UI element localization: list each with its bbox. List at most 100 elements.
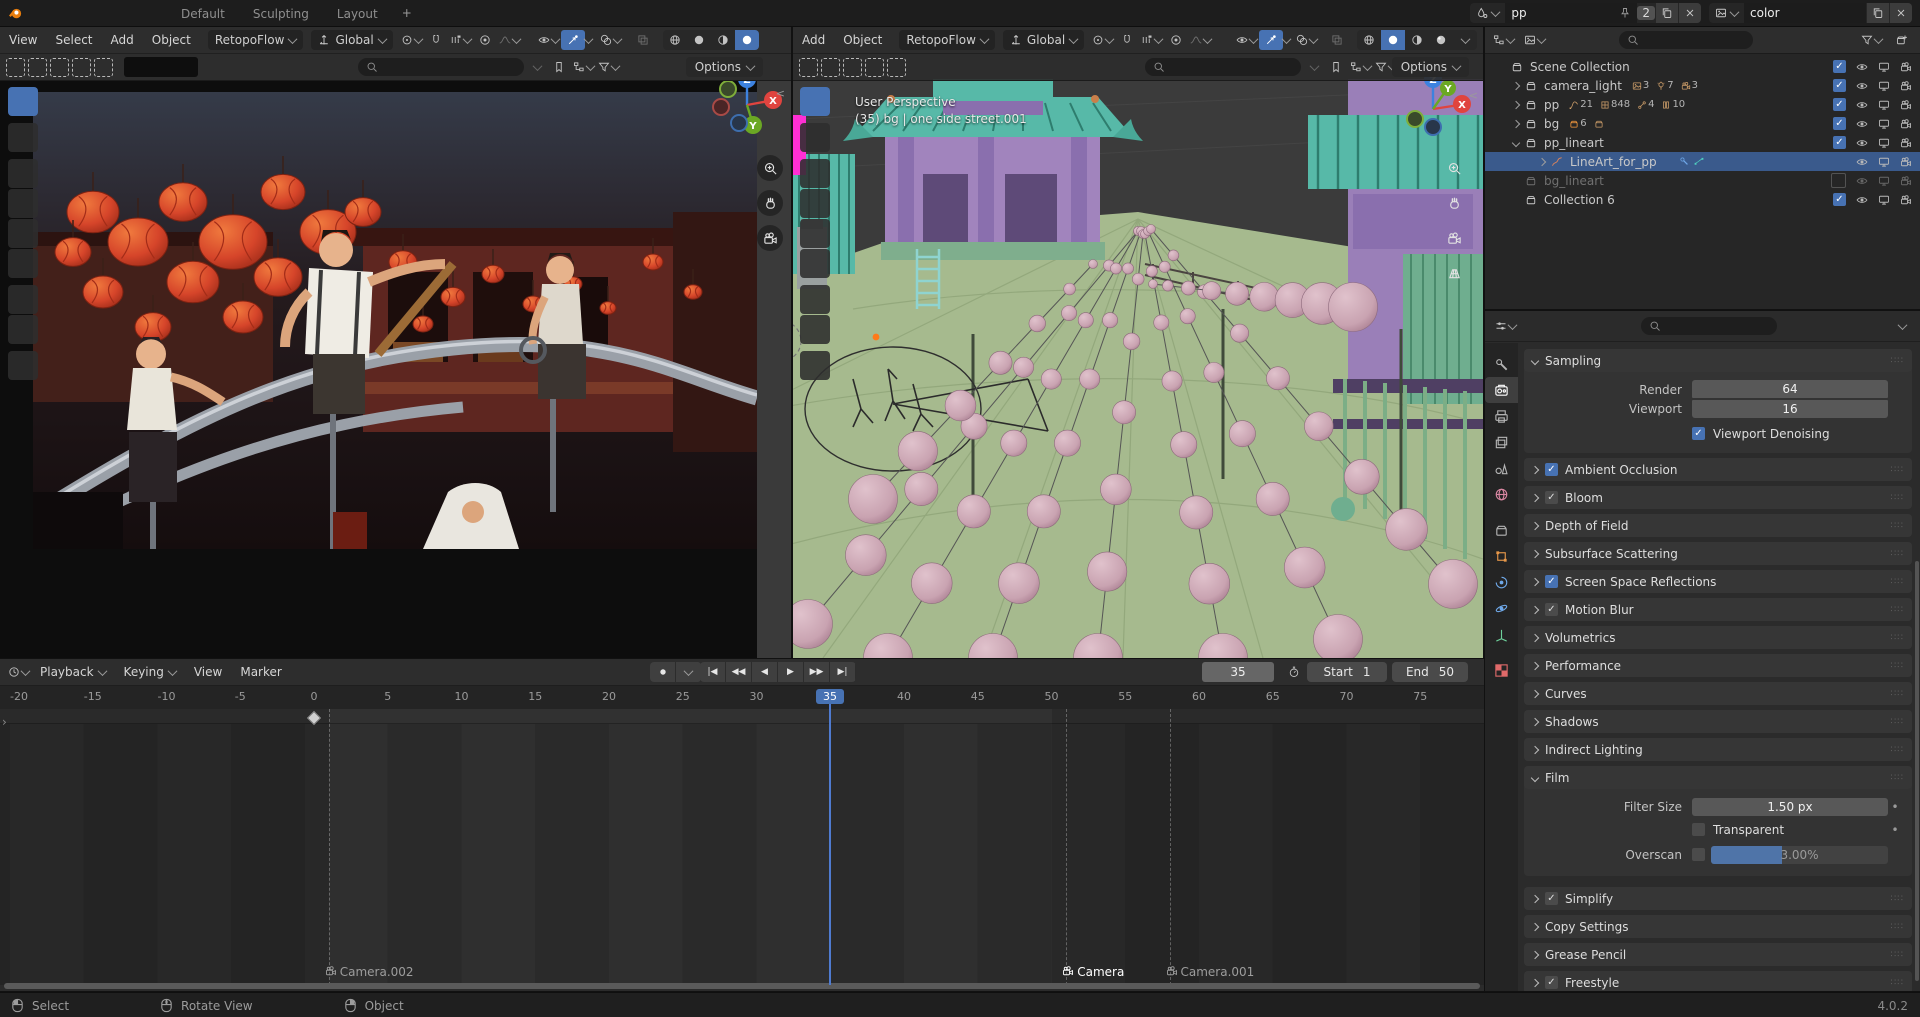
viewport-denoising-checkbox[interactable]: ✓ <box>1692 427 1705 440</box>
select-mode-button[interactable] <box>799 57 821 77</box>
row-name[interactable]: pp <box>1544 98 1559 112</box>
empty-enum-field[interactable] <box>124 57 198 77</box>
hide-eye-toggle[interactable] <box>1855 136 1868 149</box>
outliner-row[interactable]: Scene Collection ✓ <box>1485 57 1920 76</box>
panel-drag-handle[interactable]: ∷∷ <box>1891 745 1904 755</box>
chevron-down-icon[interactable] <box>1310 61 1320 71</box>
playback-button[interactable]: ◀◀ <box>726 662 752 682</box>
disable-viewport-toggle[interactable] <box>1877 98 1890 111</box>
retopoflow-tool-button[interactable] <box>1043 57 1065 77</box>
search-input[interactable] <box>358 58 524 76</box>
disable-render-toggle[interactable] <box>1899 60 1912 73</box>
falloff-dropdown[interactable] <box>1188 30 1213 50</box>
timeline-menu-item[interactable]: View <box>185 665 231 679</box>
snap-with-dropdown[interactable] <box>1139 30 1164 50</box>
select-mode-button[interactable] <box>28 57 50 77</box>
select-mode-button[interactable] <box>865 57 887 77</box>
viewport-menu-item[interactable]: Select <box>46 33 101 47</box>
hide-eye-toggle[interactable] <box>1855 117 1868 130</box>
retopoflow-tool-button[interactable] <box>1091 57 1113 77</box>
tool-button[interactable] <box>8 315 38 344</box>
outliner-row[interactable]: bg 6 ✓ <box>1485 114 1920 133</box>
blender-logo-icon[interactable] <box>8 6 23 21</box>
tool-button[interactable] <box>800 285 830 314</box>
panel-header[interactable]: ✓Screen Space Reflections∷∷ <box>1524 570 1912 593</box>
retopoflow-tool-button[interactable] <box>995 57 1017 77</box>
disable-render-toggle[interactable] <box>1899 79 1912 92</box>
disable-viewport-toggle[interactable] <box>1877 155 1890 168</box>
properties-tab[interactable] <box>1485 621 1518 647</box>
timeline-body[interactable]: Camera.002CameraCamera.001 <box>0 709 1484 985</box>
orientation-dropdown[interactable]: Global <box>311 30 392 50</box>
properties-tab[interactable] <box>1485 657 1518 683</box>
tool-button[interactable] <box>8 285 38 314</box>
properties-tab[interactable] <box>1485 403 1518 429</box>
properties-tab[interactable] <box>1485 429 1518 455</box>
tool-button[interactable] <box>800 189 830 218</box>
workspace-tab[interactable]: Sculpting <box>239 2 323 26</box>
use-preview-range-button[interactable] <box>1282 662 1306 682</box>
brush-name-input[interactable]: pp <box>1505 3 1637 23</box>
timeline-marker[interactable]: Camera.001 <box>1166 965 1255 979</box>
editor-type-dropdown[interactable] <box>1493 316 1518 336</box>
copy-datablock-button[interactable] <box>1655 3 1678 23</box>
workspace-tab[interactable]: Layout <box>323 2 392 26</box>
options-button[interactable]: Options <box>686 57 763 77</box>
gizmo-x-label[interactable]: X <box>1458 100 1466 111</box>
playback-button[interactable]: ▶▶ <box>804 662 830 682</box>
active-tool-dropdown[interactable]: RetopoFlow <box>899 30 995 50</box>
panel-drag-handle[interactable]: ∷∷ <box>1891 978 1904 988</box>
viewport-menu-item[interactable]: Object <box>143 33 200 47</box>
panel-checkbox[interactable]: ✓ <box>1545 892 1558 905</box>
visibility-dropdown[interactable] <box>1234 30 1259 50</box>
expand-toggle[interactable] <box>1509 83 1523 89</box>
visibility-dropdown[interactable] <box>536 30 561 50</box>
playback-button[interactable]: |◀ <box>700 662 726 682</box>
exclude-checkbox[interactable]: ✓ <box>1833 60 1846 73</box>
gizmo-y-label[interactable]: Y <box>1443 84 1452 95</box>
hide-eye-toggle[interactable] <box>1855 98 1868 111</box>
panel-drag-handle[interactable]: ∷∷ <box>1891 633 1904 643</box>
viewport-menu-item[interactable]: Add <box>793 33 834 47</box>
panel-drag-handle[interactable]: ∷∷ <box>1891 356 1904 366</box>
viewport-samples-field[interactable]: 16 <box>1692 400 1888 418</box>
timeline-scrollbar[interactable] <box>4 983 1480 989</box>
hide-eye-toggle[interactable] <box>1855 79 1868 92</box>
shading-wireframe-button[interactable] <box>663 30 687 50</box>
panel-drag-handle[interactable]: ∷∷ <box>1891 493 1904 503</box>
row-name[interactable]: bg <box>1544 117 1559 131</box>
row-name[interactable]: Collection 6 <box>1544 193 1615 207</box>
proportional-edit-toggle[interactable] <box>473 30 497 50</box>
overscan-checkbox[interactable]: ✓ <box>1692 848 1705 861</box>
users-count-badge[interactable]: 2 <box>1637 6 1655 20</box>
shading-material-button[interactable] <box>711 30 735 50</box>
snap-with-dropdown[interactable] <box>448 30 473 50</box>
select-mode-button[interactable] <box>72 57 94 77</box>
panel-header[interactable]: ✓Freestyle∷∷ <box>1524 971 1912 991</box>
panel-drag-handle[interactable]: ∷∷ <box>1891 465 1904 475</box>
panel-drag-handle[interactable]: ∷∷ <box>1891 773 1904 783</box>
snap-toggle[interactable] <box>424 30 448 50</box>
filter-size-field[interactable]: 1.50 px <box>1692 798 1888 816</box>
proportional-edit-toggle[interactable] <box>1164 30 1188 50</box>
exclude-checkbox[interactable]: ✓ <box>1833 98 1846 111</box>
select-mode-button[interactable] <box>887 57 909 77</box>
tool-button[interactable] <box>8 219 38 248</box>
tree-display-button[interactable] <box>571 57 596 77</box>
chevron-down-icon[interactable] <box>583 34 593 44</box>
falloff-dropdown[interactable] <box>497 30 522 50</box>
properties-tab[interactable] <box>1485 481 1518 507</box>
frame-start-field[interactable]: Start1 <box>1307 662 1387 682</box>
chevron-down-icon[interactable] <box>1282 34 1292 44</box>
bookmark-button[interactable] <box>1324 57 1348 77</box>
tree-display-button[interactable] <box>1348 57 1373 77</box>
properties-search-input[interactable] <box>1641 317 1777 335</box>
tool-button[interactable] <box>8 249 38 278</box>
tool-button[interactable] <box>800 249 830 278</box>
retopoflow-tool-button[interactable] <box>256 57 278 77</box>
retopoflow-tool-button[interactable] <box>304 57 326 77</box>
snap-toggle[interactable] <box>1115 30 1139 50</box>
copy-image-button[interactable] <box>1866 3 1889 23</box>
panel-drag-handle[interactable]: ∷∷ <box>1891 577 1904 587</box>
select-mode-button[interactable] <box>50 57 72 77</box>
